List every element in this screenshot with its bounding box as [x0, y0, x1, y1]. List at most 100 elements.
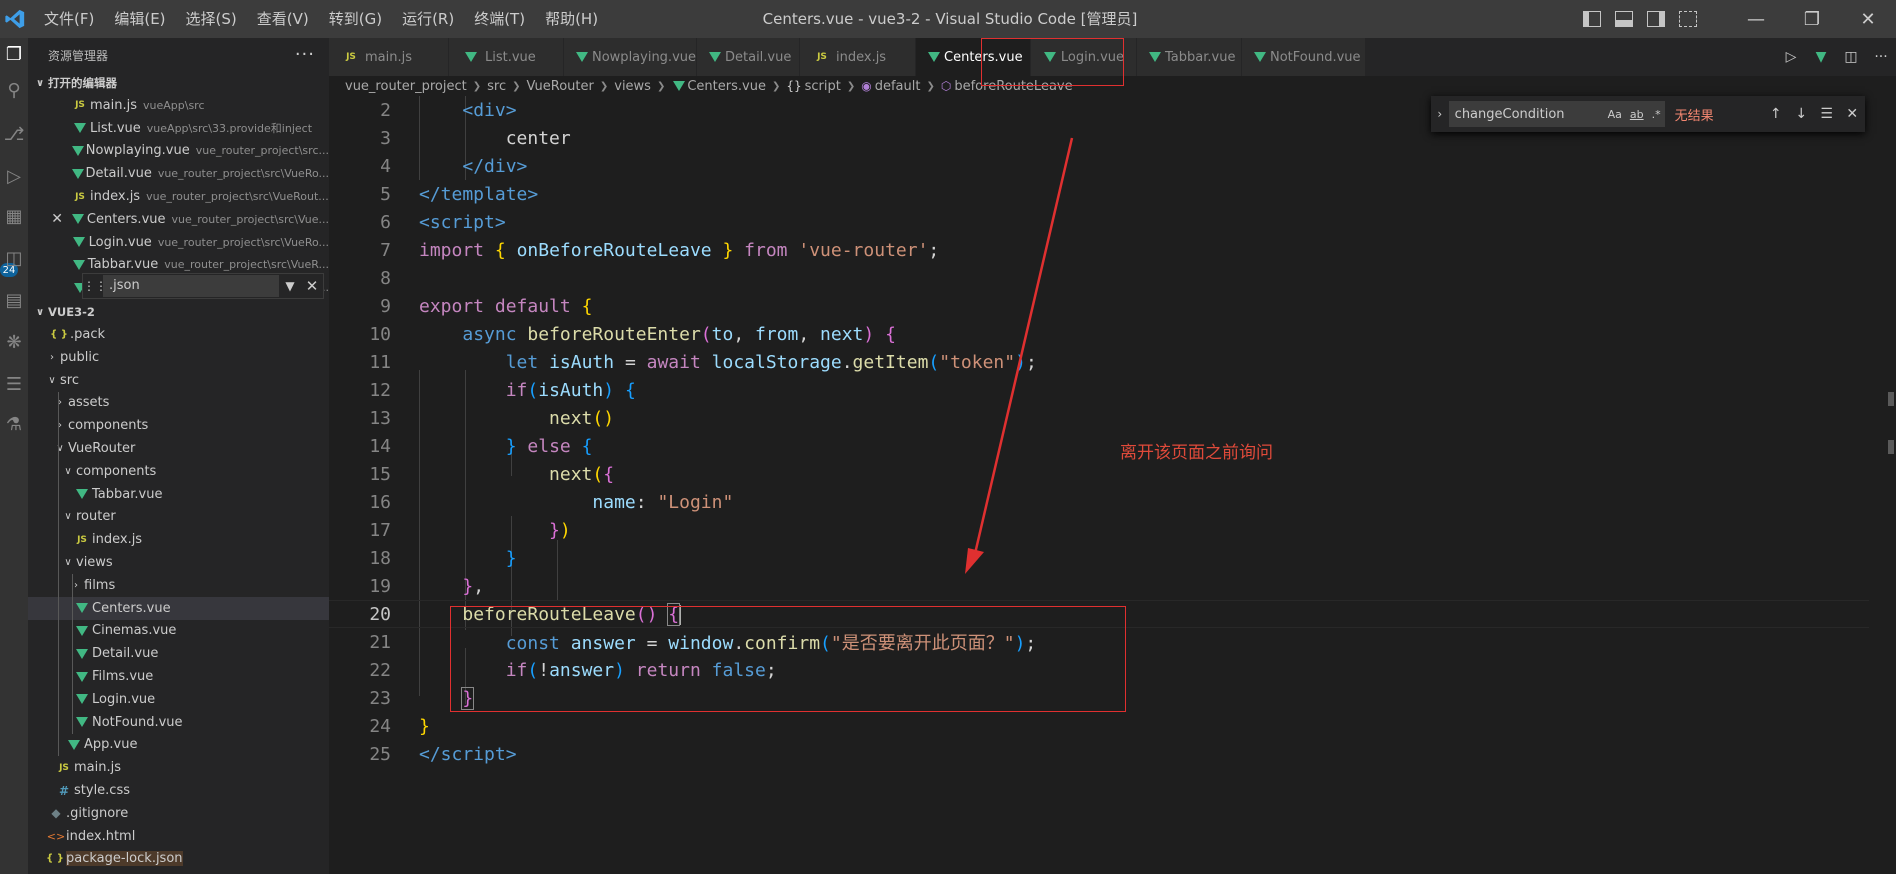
find-input[interactable]: changeCondition Aa ab .*	[1448, 101, 1665, 127]
code-editor[interactable]: 2 <div> 3 center 4 </div> 5 </template> 6…	[329, 96, 1896, 874]
split-editor-icon[interactable]: ◫	[1836, 49, 1866, 65]
editor-tab[interactable]: Detail.vue	[697, 38, 800, 76]
drag-handle-icon[interactable]: ⋮⋮	[83, 279, 107, 293]
breadcrumb-item[interactable]: src	[487, 79, 506, 94]
open-editor-item[interactable]: Detail.vue vue_router_project\src\VueRo..…	[28, 162, 329, 185]
breadcrumb-item[interactable]: views	[614, 79, 651, 94]
menu-item[interactable]: 运行(R)	[392, 0, 464, 38]
vue-file-icon	[70, 237, 89, 248]
menu-item[interactable]: 帮助(H)	[535, 0, 608, 38]
match-whole-word-icon[interactable]: ab	[1630, 108, 1644, 121]
minimize-button[interactable]: —	[1728, 0, 1784, 38]
breadcrumb-item[interactable]: script	[805, 79, 841, 94]
editor-tab[interactable]: Nowplaying.vue	[564, 38, 697, 76]
open-editors-header[interactable]: ∨ 打开的编辑器	[28, 72, 329, 94]
toggle-secondary-sidebar-icon[interactable]	[1647, 11, 1665, 27]
editor-tab[interactable]: NotFound.vue	[1242, 38, 1366, 76]
open-editor-item[interactable]: Nowplaying.vue vue_router_project\src...	[28, 140, 329, 163]
tree-item-notfound[interactable]: NotFound.vue	[28, 710, 329, 734]
tree-item-main-js[interactable]: JS main.js	[28, 756, 329, 779]
editor-tab[interactable]: JS main.js	[329, 38, 449, 76]
tree-item-package-json[interactable]: { } .pack	[28, 323, 329, 346]
chevron-down-icon: ∨	[56, 443, 64, 455]
tree-item-vuerouter[interactable]: ∨ VueRouter	[28, 437, 329, 460]
tree-item-index-html[interactable]: <> index.html	[28, 825, 329, 848]
line-number: 12	[369, 379, 391, 401]
menu-item[interactable]: 文件(F)	[34, 0, 104, 38]
match-case-icon[interactable]: Aa	[1608, 108, 1622, 121]
filter-icon[interactable]: ▼	[279, 279, 301, 293]
close-icon[interactable]: ✕	[1839, 106, 1865, 122]
tree-item-films[interactable]: Films.vue	[28, 665, 329, 688]
breadcrumb-item[interactable]: default	[875, 79, 921, 94]
tree-item-index-js[interactable]: JS index.js	[28, 528, 329, 552]
menu-item[interactable]: 查看(V)	[247, 0, 319, 38]
breadcrumb-item[interactable]: vue_router_project	[345, 79, 467, 94]
close-icon[interactable]: ✕	[301, 277, 323, 295]
menu-item[interactable]: 选择(S)	[176, 0, 247, 38]
tree-item-package-lock[interactable]: { } package-lock.json	[28, 848, 329, 871]
tree-item-src[interactable]: ∨ src	[28, 369, 329, 392]
toggle-primary-sidebar-icon[interactable]	[1583, 11, 1601, 27]
vue-file-icon	[461, 52, 481, 62]
run-icon[interactable]: ▷	[1776, 49, 1806, 65]
tree-item-components[interactable]: › components	[28, 414, 329, 438]
chevron-down-icon: ∨	[64, 465, 72, 477]
tree-item-gitignore[interactable]: ◆ .gitignore	[28, 802, 329, 825]
editor-tab[interactable]: List.vue	[449, 38, 564, 76]
search-icon[interactable]: ⚲	[2, 78, 26, 102]
toggle-panel-icon[interactable]	[1615, 11, 1633, 27]
tree-item-style-css[interactable]: # style.css	[28, 779, 329, 802]
toggle-replace-icon[interactable]: ›	[1431, 107, 1449, 121]
tree-item-cinemas[interactable]: Cinemas.vue	[28, 619, 329, 643]
tree-item-films-folder[interactable]: › films	[28, 573, 329, 597]
testing-icon[interactable]: ⚗	[2, 412, 26, 436]
vue-file-icon	[70, 123, 90, 134]
open-editor-item[interactable]: List.vue vueApp\src\33.provide和inject	[28, 117, 329, 140]
tree-item-vr-components[interactable]: ∨ components	[28, 459, 329, 483]
close-icon[interactable]: ✕	[46, 211, 68, 227]
menu-item[interactable]: 终端(T)	[464, 0, 535, 38]
breadcrumb-item[interactable]: VueRouter	[527, 79, 594, 94]
chevron-right-icon: ›	[58, 420, 62, 432]
run-debug-icon[interactable]: ▷	[2, 164, 26, 188]
tree-item-tabbar[interactable]: Tabbar.vue	[28, 482, 329, 506]
workspace-header[interactable]: ∨ VUE3-2	[28, 301, 329, 323]
filter-input[interactable]	[103, 275, 279, 297]
outline-icon[interactable]: ☰	[2, 372, 26, 396]
tree-item-router[interactable]: ∨ router	[28, 505, 329, 529]
customize-layout-icon[interactable]	[1679, 11, 1697, 27]
breadcrumb-item[interactable]: Centers.vue	[687, 79, 766, 94]
use-regex-icon[interactable]: .*	[1652, 108, 1661, 121]
editor-tab[interactable]: JS index.js	[800, 38, 916, 76]
editor-scrollbar[interactable]	[1882, 96, 1896, 874]
tree-item-centers[interactable]: Centers.vue	[28, 596, 329, 620]
remote-explorer-icon[interactable]: ◫	[2, 246, 26, 270]
explorer-icon[interactable]: ❐	[2, 42, 26, 66]
open-editor-item[interactable]: ✕ Centers.vue vue_router_project\src\Vue..…	[28, 208, 329, 231]
tree-item-app[interactable]: App.vue	[28, 733, 329, 757]
open-editor-item[interactable]: Login.vue vue_router_project\src\VueRo...	[28, 231, 329, 254]
editor-tab[interactable]: Tabbar.vue	[1137, 38, 1242, 76]
find-in-selection-icon[interactable]: ☰	[1814, 106, 1840, 122]
more-actions-icon[interactable]: ···	[1866, 49, 1896, 65]
tree-item-login[interactable]: Login.vue	[28, 687, 329, 711]
open-editor-item[interactable]: JS index.js vue_router_project\src\VueRout…	[28, 185, 329, 208]
tree-item-detail[interactable]: Detail.vue	[28, 642, 329, 666]
extensions-icon[interactable]: ▦	[2, 204, 26, 228]
menu-item[interactable]: 转到(G)	[319, 0, 392, 38]
close-button[interactable]: ✕	[1840, 0, 1896, 38]
docker-icon[interactable]: ▤	[2, 288, 26, 312]
tree-item-views[interactable]: ∨ views	[28, 551, 329, 574]
openai-icon[interactable]: ❋	[2, 330, 26, 354]
vue-preview-icon[interactable]: ▼	[1806, 49, 1836, 65]
previous-match-icon[interactable]: ↑	[1763, 106, 1789, 122]
source-control-icon[interactable]: ⎇	[2, 122, 26, 146]
restore-button[interactable]: ❐	[1784, 0, 1840, 38]
more-actions-icon[interactable]: ···	[295, 44, 315, 65]
open-editor-item[interactable]: JS main.js vueApp\src	[28, 94, 329, 117]
menu-item[interactable]: 编辑(E)	[104, 0, 175, 38]
tree-item-assets[interactable]: › assets	[28, 391, 329, 415]
tree-item-public[interactable]: › public	[28, 346, 329, 369]
next-match-icon[interactable]: ↓	[1788, 106, 1814, 122]
